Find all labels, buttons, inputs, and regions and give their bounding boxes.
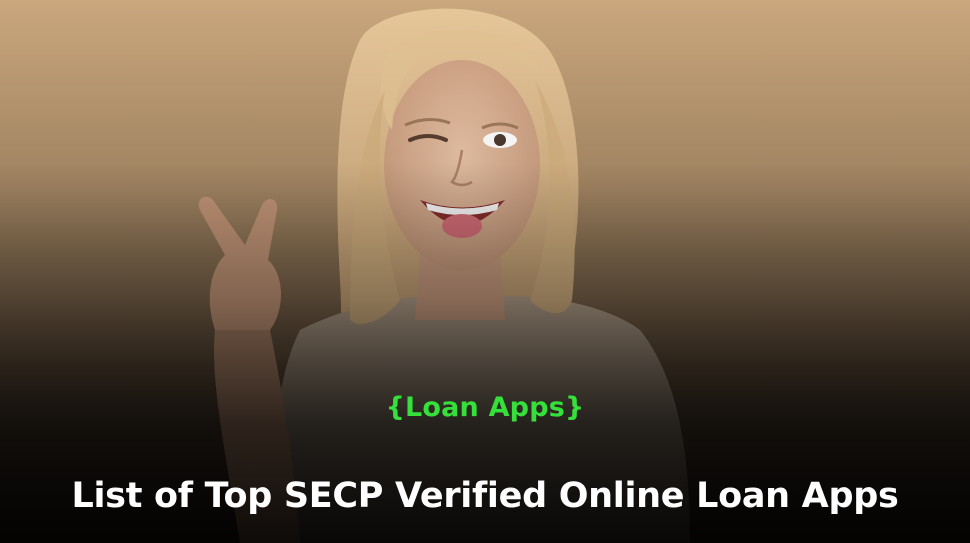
article-banner: {Loan Apps} List of Top SECP Verified On… (0, 0, 970, 543)
banner-headline: List of Top SECP Verified Online Loan Ap… (71, 476, 899, 516)
category-tag: {Loan Apps} (385, 392, 585, 423)
dark-gradient-overlay (0, 0, 970, 543)
